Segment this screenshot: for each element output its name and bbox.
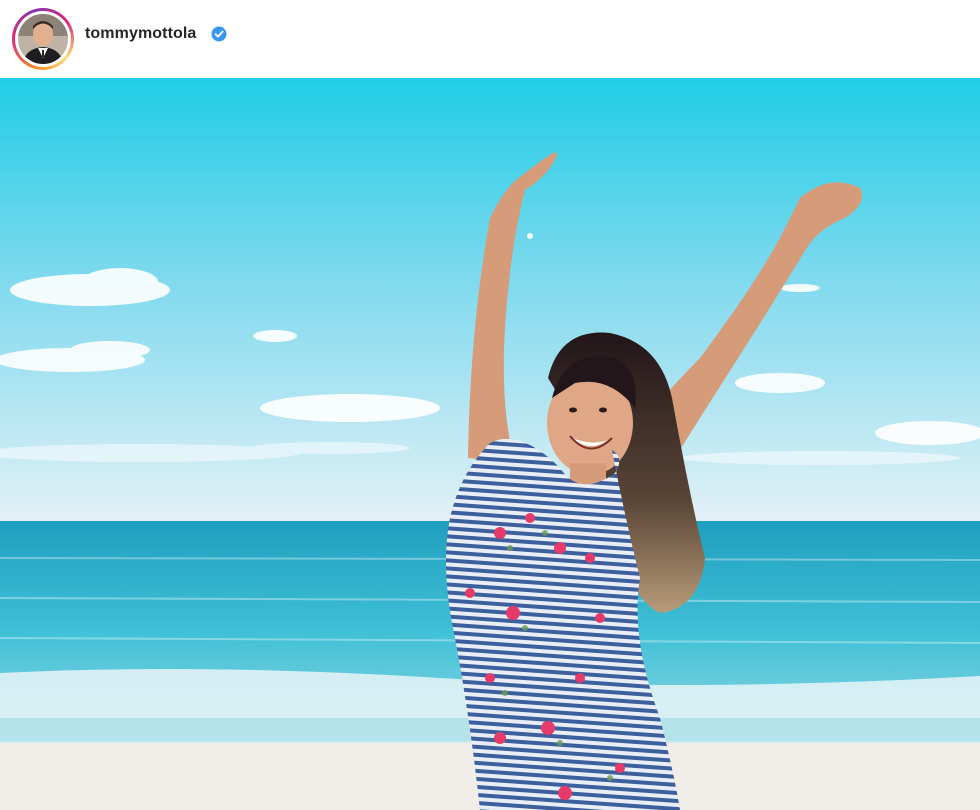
post-photo[interactable] <box>0 78 980 810</box>
avatar-border <box>15 11 71 67</box>
verified-badge-icon <box>211 26 227 42</box>
story-ring[interactable] <box>12 8 74 70</box>
avatar[interactable] <box>18 14 68 64</box>
avatar-image <box>18 14 68 64</box>
username[interactable]: tommymottola <box>85 25 196 43</box>
post-header: tommymottola <box>0 0 980 78</box>
beach-photo-image <box>0 78 980 810</box>
